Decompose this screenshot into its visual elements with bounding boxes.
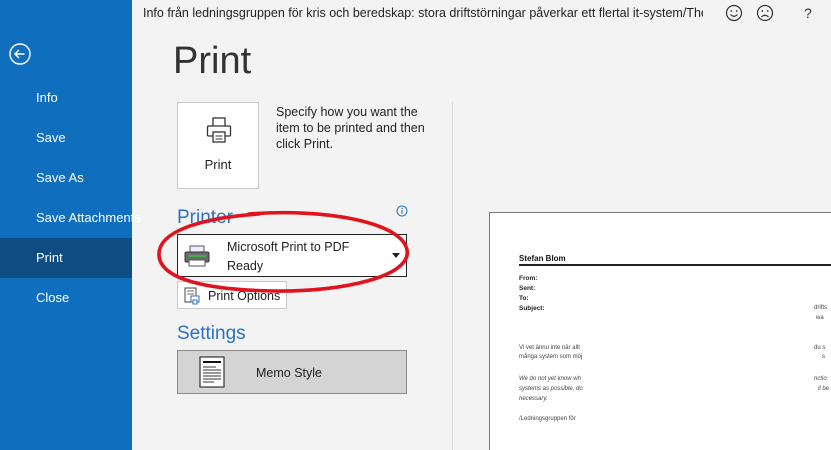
preview-line: systems as possible, do bbox=[519, 386, 583, 392]
preview-line: Vi vet ännu inte när allt bbox=[519, 345, 580, 351]
nav-item-save[interactable]: Save bbox=[0, 118, 132, 158]
print-button-label: Print bbox=[204, 157, 232, 172]
title-bar: Info från ledningsgruppen för kris och b… bbox=[132, 0, 831, 26]
memo-style-label: Memo Style bbox=[256, 366, 322, 380]
preview-field-subject: Subject: bbox=[519, 305, 545, 312]
preview-line: många system som möj bbox=[519, 354, 583, 360]
print-preview-page[interactable]: Stefan Blom From: Sent: To: Subject: Vi … bbox=[489, 212, 831, 450]
annotation-oval bbox=[157, 210, 409, 293]
smile-feedback-icon[interactable] bbox=[724, 3, 744, 23]
backstage-nav: Info Save Save As Save Attachments Print… bbox=[0, 0, 141, 450]
preview-line: necessary. bbox=[519, 396, 548, 402]
print-description: Specify how you want the item to be prin… bbox=[276, 105, 425, 151]
print-button[interactable]: Print bbox=[177, 102, 259, 189]
settings-heading: Settings bbox=[177, 323, 246, 344]
nav-item-close[interactable]: Close bbox=[0, 278, 132, 318]
nav-item-save-as[interactable]: Save As bbox=[0, 158, 132, 198]
preview-field-to: To: bbox=[519, 295, 529, 302]
preview-line: /Ledningsgruppen för bbox=[519, 416, 576, 422]
window-title: Info från ledningsgruppen för kris och b… bbox=[143, 6, 703, 20]
preview-fragment: wa bbox=[816, 315, 824, 321]
preview-field-from: From: bbox=[519, 275, 538, 282]
preview-fragment: ll be bbox=[818, 386, 830, 392]
preview-fragment: du s bbox=[814, 345, 826, 351]
preview-rule bbox=[519, 264, 831, 266]
help-icon[interactable]: ? bbox=[798, 3, 818, 23]
memo-document-icon bbox=[198, 356, 226, 388]
nav-item-info[interactable]: Info bbox=[0, 78, 132, 118]
preview-line: We do not yet know wh bbox=[519, 376, 581, 382]
preview-fragment: nctio bbox=[814, 376, 827, 382]
back-arrow-icon[interactable] bbox=[8, 42, 32, 66]
preview-sender: Stefan Blom bbox=[519, 254, 566, 263]
frown-feedback-icon[interactable] bbox=[755, 3, 775, 23]
nav-item-save-attachments[interactable]: Save Attachments bbox=[0, 198, 141, 238]
nav-item-print[interactable]: Print bbox=[0, 238, 132, 278]
preview-fragment: drifts bbox=[814, 305, 828, 311]
printer-icon bbox=[204, 115, 234, 145]
page-title: Print bbox=[173, 40, 252, 82]
preview-fragment: s bbox=[822, 354, 825, 360]
preview-field-sent: Sent: bbox=[519, 285, 536, 292]
memo-style-option[interactable]: Memo Style bbox=[177, 350, 407, 394]
outlook-print-backstage: Info Save Save As Save Attachments Print… bbox=[0, 0, 831, 450]
